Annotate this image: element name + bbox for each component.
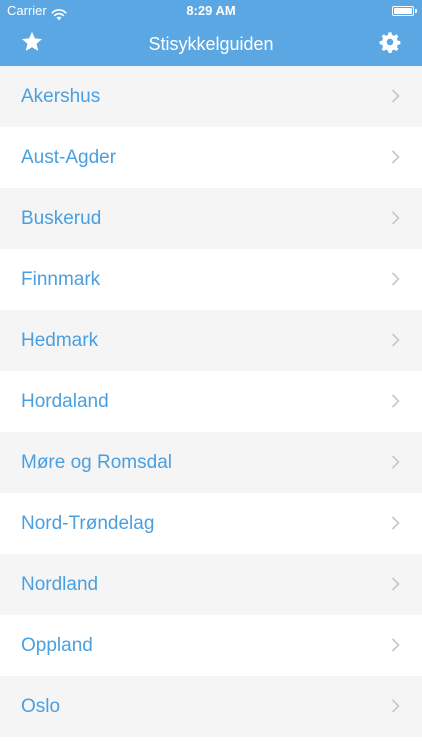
list-item-label: Akershus	[21, 86, 101, 107]
battery-icon	[392, 6, 417, 16]
top-bar: Carrier 8:29 AM Stisykkelguiden	[0, 0, 422, 66]
chevron-right-icon	[391, 150, 400, 164]
list-item-label: Finnmark	[21, 269, 101, 290]
chevron-right-icon	[391, 577, 400, 591]
list-item-more-og-romsdal[interactable]: Møre og Romsdal	[0, 432, 422, 493]
settings-button[interactable]	[376, 30, 404, 58]
list-item-label: Hedmark	[21, 330, 99, 351]
chevron-right-icon	[391, 516, 400, 530]
status-bar: Carrier 8:29 AM	[0, 0, 422, 22]
chevron-right-icon	[391, 699, 400, 713]
list-item-hordaland[interactable]: Hordaland	[0, 371, 422, 432]
list-item-label: Oslo	[21, 696, 61, 717]
list-item-label: Buskerud	[21, 208, 102, 229]
chevron-right-icon	[391, 638, 400, 652]
gear-icon	[379, 31, 401, 58]
chevron-right-icon	[391, 89, 400, 103]
list-item-oppland[interactable]: Oppland	[0, 615, 422, 676]
list-item-hedmark[interactable]: Hedmark	[0, 310, 422, 371]
list-item-label: Oppland	[21, 635, 93, 656]
navigation-bar: Stisykkelguiden	[0, 22, 422, 66]
list-item-oslo[interactable]: Oslo	[0, 676, 422, 737]
chevron-right-icon	[391, 455, 400, 469]
battery-level	[394, 8, 412, 14]
list-item-nord-trondelag[interactable]: Nord-Trøndelag	[0, 493, 422, 554]
list-item-label: Nordland	[21, 574, 99, 595]
chevron-right-icon	[391, 211, 400, 225]
list-item-label: Hordaland	[21, 391, 109, 412]
list-item-aust-agder[interactable]: Aust-Agder	[0, 127, 422, 188]
list-item-buskerud[interactable]: Buskerud	[0, 188, 422, 249]
list-item-label: Nord-Trøndelag	[21, 513, 155, 534]
chevron-right-icon	[391, 333, 400, 347]
chevron-right-icon	[391, 272, 400, 286]
list-item-label: Møre og Romsdal	[21, 452, 172, 473]
list-item-nordland[interactable]: Nordland	[0, 554, 422, 615]
chevron-right-icon	[391, 394, 400, 408]
list-item-akershus[interactable]: Akershus	[0, 66, 422, 127]
status-time: 8:29 AM	[186, 3, 236, 18]
page-title: Stisykkelguiden	[148, 34, 274, 54]
county-list: Akershus Aust-Agder Buskerud Finnmark He…	[0, 66, 422, 737]
list-item-finnmark[interactable]: Finnmark	[0, 249, 422, 310]
list-item-label: Aust-Agder	[21, 147, 117, 168]
